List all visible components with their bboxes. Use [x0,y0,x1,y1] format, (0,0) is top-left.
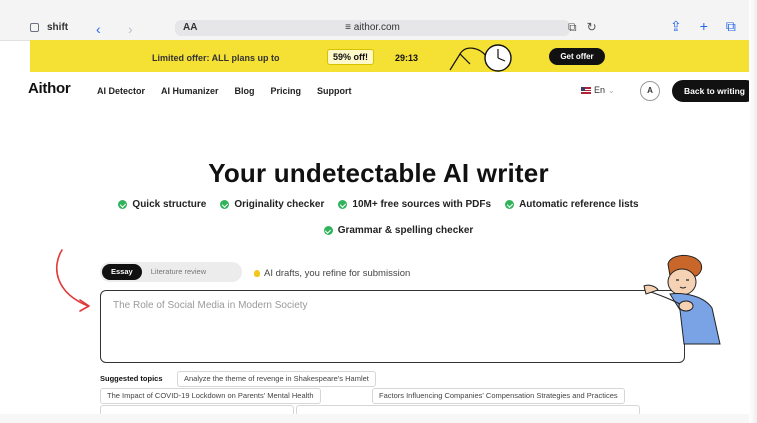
back-arrow-icon[interactable]: ‹ [96,21,101,37]
browser-right-controls: ⇪ + ⧉ [670,18,736,35]
address-actions: ⧉ ↻ [568,20,597,35]
share-link-icon[interactable]: ⧉ [568,20,577,35]
page-edge [749,0,757,423]
nav-ai-humanizer[interactable]: AI Humanizer [161,86,219,96]
main-nav: AI Detector AI Humanizer Blog Pricing Su… [97,86,352,96]
screenshot-frame: shift ‹ › AA ≡ aithor.com ⧉ ↻ ⇪ + ⧉ Limi… [0,0,757,423]
tab-essay[interactable]: Essay [102,264,142,280]
promo-banner [30,40,757,72]
reload-icon[interactable]: ↻ [587,20,597,35]
feature-item: Grammar & spelling checker [323,225,474,236]
aithor-logo[interactable]: Aithor [28,80,71,97]
new-tab-icon[interactable]: + [700,18,708,35]
browser-left-label: shift [47,22,69,33]
editor-hint: AI drafts, you refine for submission [254,268,410,279]
feature-label: Quick structure [132,199,207,210]
nav-ai-detector[interactable]: AI Detector [97,86,145,96]
us-flag-icon [581,86,591,94]
share-icon[interactable]: ⇪ [670,18,682,35]
chevron-down-icon: ⌄ [608,85,615,95]
feature-label: 10M+ free sources with PDFs [352,199,492,210]
url-value: aithor.com [353,22,400,33]
language-label: En [594,85,606,95]
suggested-topic-chip[interactable]: The Impact of COVID-19 Lockdown on Paren… [100,388,321,404]
tab-literature-review[interactable]: Literature review [142,264,215,280]
feature-label: Grammar & spelling checker [337,225,474,236]
check-icon [118,200,128,209]
topic-input-placeholder: The Role of Social Media in Modern Socie… [113,300,308,311]
forward-arrow-icon[interactable]: › [128,21,133,37]
clock-illustration-icon [449,44,512,72]
avatar[interactable]: A [640,81,660,101]
feature-item: Originality checker [220,199,324,210]
nav-blog[interactable]: Blog [235,86,255,96]
browser-toolbar: shift ‹ › AA ≡ aithor.com ⧉ ↻ ⇪ + ⧉ [0,0,757,41]
feature-list-row2: Grammar & spelling checker [0,225,757,236]
sidebar-toggle-icon[interactable] [30,23,39,32]
document-type-tabs: Essay Literature review [100,262,242,282]
suggested-topic-chip[interactable]: Factors Influencing Companies' Compensat… [372,388,625,404]
promo-text: Limited offer: ALL plans up to [152,53,280,63]
check-icon [505,200,515,209]
feature-item: Automatic reference lists [505,199,639,210]
character-illustration-icon [643,255,721,345]
feature-label: Automatic reference lists [519,199,639,210]
feature-list-row1: Quick structure Originality checker 10M+… [0,199,757,210]
language-selector[interactable]: En ⌄ [581,85,615,95]
page-edge [0,414,757,423]
suggested-topic-chip[interactable]: Analyze the theme of revenge in Shakespe… [177,371,376,387]
nav-support[interactable]: Support [317,86,352,96]
check-icon [323,226,333,235]
browser-left-controls: shift [30,22,68,33]
feature-item: 10M+ free sources with PDFs [338,199,491,210]
back-to-writing-button[interactable]: Back to writing [672,80,757,102]
feature-label: Originality checker [234,199,325,210]
topic-input[interactable]: The Role of Social Media in Modern Socie… [100,290,685,363]
countdown-timer: 29:13 [395,53,419,63]
feature-item: Quick structure [118,199,206,210]
lightbulb-icon [254,270,260,277]
url-text: ≡ aithor.com [175,22,570,33]
nav-pricing[interactable]: Pricing [271,86,302,96]
tabs-overview-icon[interactable]: ⧉ [726,18,736,35]
check-icon [338,200,348,209]
discount-badge: 59% off! [327,49,375,65]
suggested-topics-label: Suggested topics [100,374,163,383]
check-icon [220,200,230,209]
get-offer-button[interactable]: Get offer [549,48,605,65]
address-bar[interactable]: AA ≡ aithor.com [175,20,570,36]
red-arrow-icon [55,249,90,312]
hint-text: AI drafts, you refine for submission [264,268,411,279]
page-title: Your undetectable AI writer [208,158,549,188]
lock-icon: ≡ [345,22,354,33]
